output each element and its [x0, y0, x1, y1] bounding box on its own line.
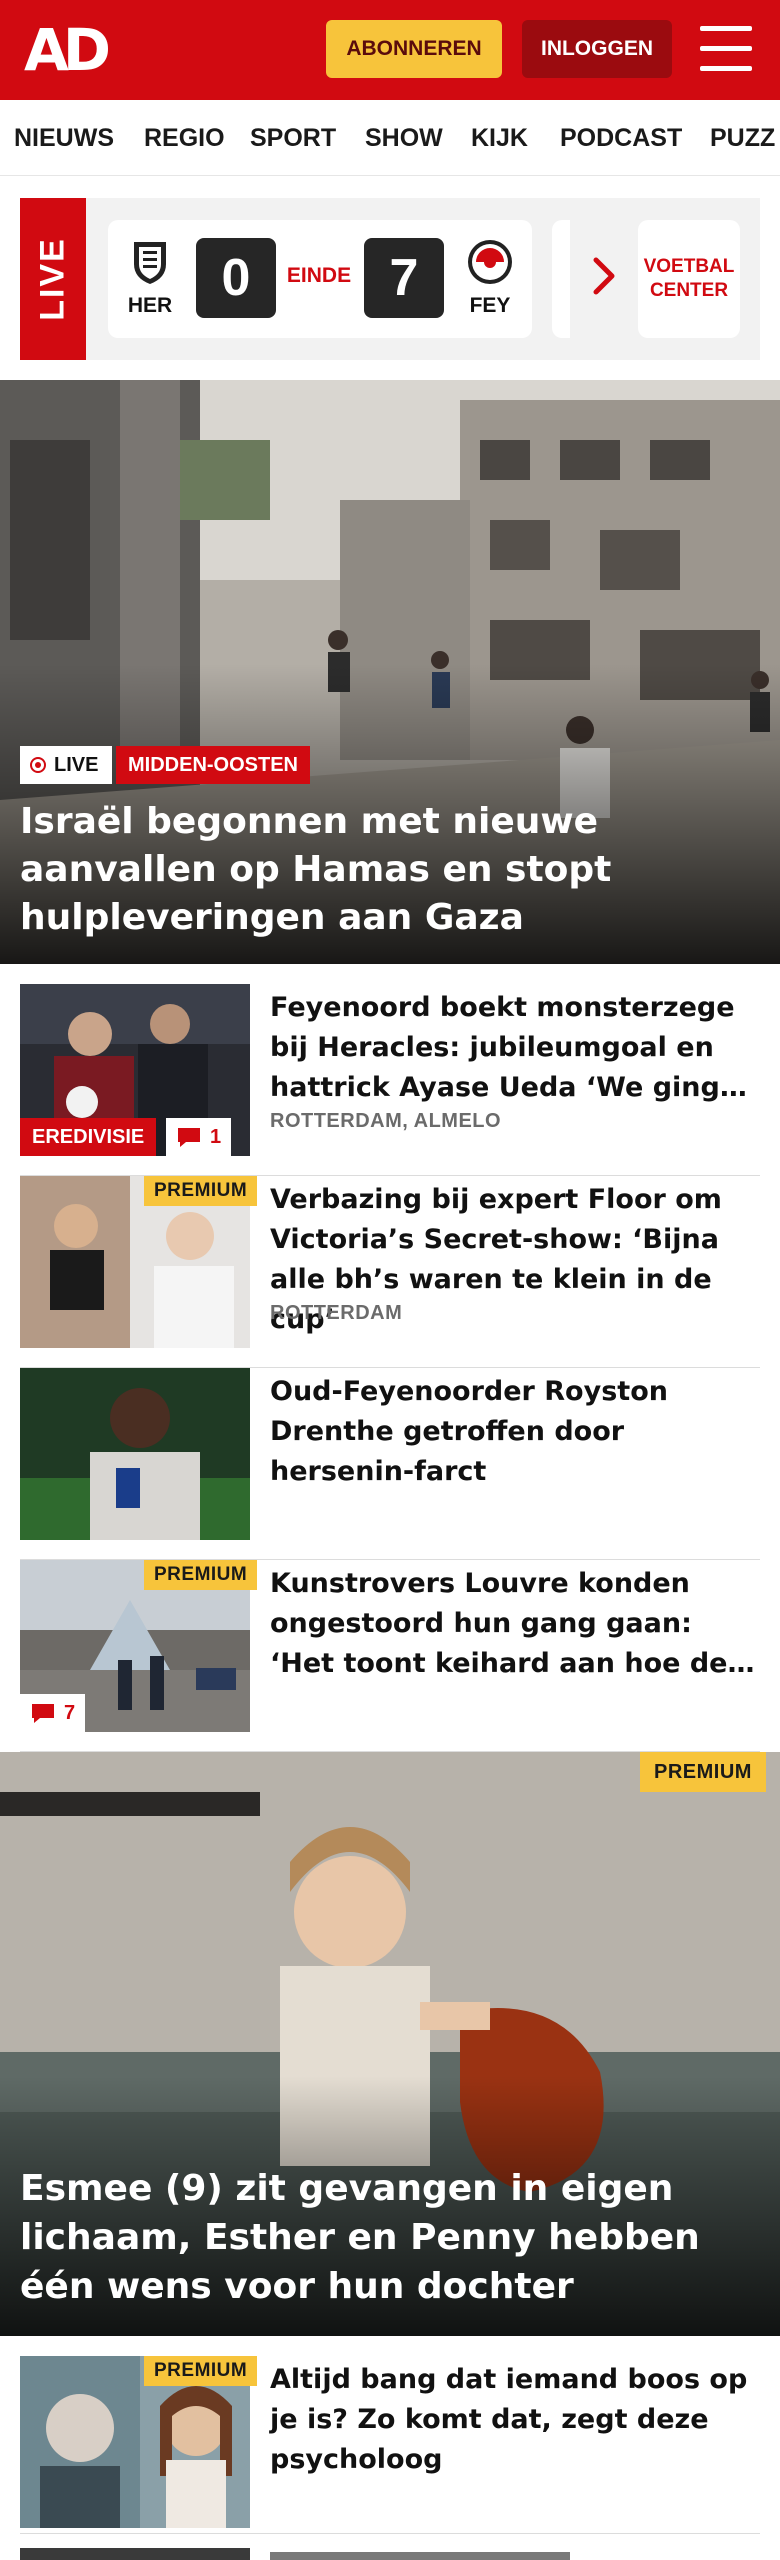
article-thumbnail	[20, 1368, 250, 1540]
away-abbr: FEY	[469, 294, 511, 317]
live-label: LIVE	[33, 237, 72, 321]
premium-badge: PREMIUM	[144, 2356, 258, 2386]
comment-icon	[176, 1126, 202, 1148]
next-article-thumbnail-peek[interactable]	[20, 2548, 250, 2560]
category-badge[interactable]: MIDDEN-OOSTEN	[116, 746, 310, 784]
live-badge-label: LIVE	[54, 753, 99, 776]
premium-badge: PREMIUM	[144, 1176, 258, 1206]
nav-item-puzzels[interactable]: PUZZ	[710, 124, 775, 153]
nav-item-regio[interactable]: REGIO	[144, 124, 225, 153]
nav-item-nieuws[interactable]: NIEUWS	[14, 124, 114, 153]
hero-title[interactable]: Israël begonnen met nieuwe aanvallen op …	[20, 798, 760, 942]
heracles-crest-icon	[126, 238, 174, 286]
match-status: EINDE	[286, 264, 352, 287]
feyenoord-crest-icon	[466, 238, 514, 286]
live-dot-icon	[30, 757, 46, 773]
home-abbr: HER	[127, 294, 173, 317]
live-badge: LIVE	[20, 746, 113, 784]
list-item[interactable]: Oud-Feyenoorder Royston Drenthe getroffe…	[20, 1368, 760, 1560]
article-location: ROTTERDAM, ALMELO	[270, 1110, 502, 1132]
live-tag: LIVE	[20, 198, 86, 360]
nav-item-sport[interactable]: SPORT	[250, 124, 336, 153]
article-location: ROTTERDAM	[270, 1302, 403, 1324]
comment-count-value: 7	[64, 1701, 76, 1724]
top-bar: AD ABONNEREN INLOGGEN	[0, 0, 780, 100]
subscribe-button[interactable]: ABONNEREN	[326, 20, 502, 78]
comment-count-value: 1	[210, 1125, 222, 1148]
list-item[interactable]: PREMIUM Altijd bang dat iemand boos op j…	[20, 2356, 760, 2534]
hero-article[interactable]: LIVE MIDDEN-OOSTEN Israël begonnen met n…	[0, 380, 780, 964]
nav-item-podcast[interactable]: PODCAST	[560, 124, 682, 153]
feature-article[interactable]: PREMIUM Esmee (9) zit gevangen in eigen …	[0, 1752, 780, 2336]
home-club: HER	[120, 238, 180, 318]
hamburger-icon[interactable]	[700, 26, 752, 72]
comment-icon	[30, 1702, 56, 1724]
list-item[interactable]: PREMIUM Verbazing bij expert Floor om Vi…	[20, 1176, 760, 1368]
ad-logo[interactable]: AD	[24, 20, 116, 80]
match-card[interactable]: HER 0 EINDE 7 FEY	[108, 220, 532, 338]
article-title[interactable]: Feyenoord boekt monsterzege bij Heracles…	[270, 988, 760, 1108]
nav-item-show[interactable]: SHOW	[365, 124, 443, 153]
article-title[interactable]: Altijd bang dat iemand boos op je is? Zo…	[270, 2360, 760, 2480]
nav-item-kijk[interactable]: KIJK	[471, 124, 528, 153]
category-tag[interactable]: EREDIVISIE	[20, 1118, 157, 1156]
comment-count[interactable]: 1	[166, 1118, 232, 1156]
next-match-card-peek[interactable]	[552, 220, 570, 338]
next-article-title-peek[interactable]	[270, 2552, 570, 2560]
login-button[interactable]: INLOGGEN	[522, 20, 672, 78]
main-nav: NIEUWS REGIO SPORT SHOW KIJK PODCAST PUZ…	[0, 100, 780, 176]
comment-count[interactable]: 7	[20, 1694, 86, 1732]
feature-title[interactable]: Esmee (9) zit gevangen in eigen lichaam,…	[20, 2164, 760, 2311]
home-score: 0	[196, 238, 276, 318]
away-club: FEY	[460, 238, 520, 318]
chevron-right-icon[interactable]	[592, 256, 616, 296]
premium-badge: PREMIUM	[640, 1752, 766, 1792]
premium-badge: PREMIUM	[144, 1560, 258, 1590]
list-item[interactable]: PREMIUM 7 Kunstrovers Louvre konden onge…	[20, 1560, 760, 1752]
away-score: 7	[364, 238, 444, 318]
article-title[interactable]: Kunstrovers Louvre konden ongestoord hun…	[270, 1564, 760, 1684]
voetbal-center-link[interactable]: VOETBAL CENTER	[638, 220, 740, 338]
live-score-bar: LIVE HER 0 EINDE 7 FEY VOETBAL CENTER	[20, 198, 760, 360]
list-item[interactable]: EREDIVISIE 1 Feyenoord boekt monsterzege…	[20, 984, 760, 1176]
article-title[interactable]: Oud-Feyenoorder Royston Drenthe getroffe…	[270, 1372, 760, 1492]
